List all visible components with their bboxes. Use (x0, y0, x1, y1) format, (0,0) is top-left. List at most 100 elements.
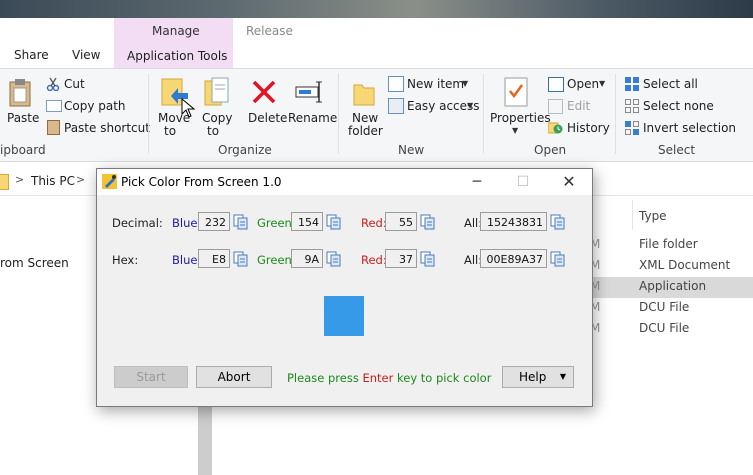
cut-button[interactable]: Cut (64, 77, 85, 91)
paste-button[interactable]: Paste (7, 111, 39, 125)
file-type: File folder (639, 237, 698, 251)
ribbon-tab-bar (0, 18, 753, 68)
breadcrumb-this-pc[interactable]: This PC (31, 174, 75, 188)
select-none-button[interactable]: Select none (643, 99, 714, 113)
select-all-icon (625, 77, 639, 94)
color-picker-app-icon (102, 174, 117, 192)
tab-view[interactable]: View (72, 48, 100, 62)
open-group-label: Open (534, 143, 567, 157)
close-icon: ✕ (562, 172, 576, 191)
copy-icon[interactable] (326, 251, 342, 267)
copy-icon[interactable] (550, 214, 566, 230)
color-swatch (324, 296, 364, 336)
copy-icon[interactable] (420, 214, 436, 230)
copy-path-icon (46, 100, 62, 112)
clipboard-group-label: ipboard (0, 143, 46, 157)
breadcrumb-separator: > (76, 173, 86, 186)
decimal-blue-value[interactable]: 232 (198, 212, 230, 231)
scrollbar-thumb[interactable] (198, 405, 212, 475)
properties-button[interactable]: Properties (490, 111, 551, 125)
decimal-green-value[interactable]: 154 (291, 212, 323, 231)
ribbon-separator (615, 74, 616, 154)
select-all-button[interactable]: Select all (643, 77, 698, 91)
status-hint-suffix: key to pick color (393, 371, 492, 385)
new-group-label: New (398, 143, 425, 157)
paste-icon (8, 78, 34, 108)
help-dropdown-icon: ▼ (559, 372, 566, 381)
select-none-icon (625, 99, 639, 116)
copy-icon[interactable] (550, 251, 566, 267)
open-icon (548, 77, 564, 92)
column-header-type[interactable]: Type (639, 209, 667, 223)
pick-color-dialog: Pick Color From Screen 1.0 ─ ☐ ✕ Decimal… (96, 168, 593, 407)
tab-application-tools[interactable]: Application Tools (114, 44, 233, 70)
abort-button[interactable]: Abort (196, 366, 272, 388)
select-group-label: Select (658, 143, 696, 157)
ribbon-separator (148, 74, 149, 154)
tab-share[interactable]: Share (14, 48, 49, 62)
copy-icon[interactable] (233, 251, 249, 267)
copy-icon[interactable] (420, 251, 436, 267)
properties-icon (503, 77, 529, 110)
nav-item-fragment[interactable]: rom Screen (0, 256, 69, 270)
status-hint: Please press Enter key to pick color (287, 371, 491, 385)
decimal-red-label: Red: (361, 216, 387, 230)
minimize-button[interactable]: ─ (454, 169, 500, 195)
start-button[interactable]: Start (114, 366, 188, 388)
new-folder-icon (352, 79, 376, 107)
hex-green-label: Green: (257, 253, 296, 267)
dialog-title: Pick Color From Screen 1.0 (121, 175, 282, 189)
hex-label: Hex: (112, 253, 139, 267)
decimal-green-label: Green: (257, 216, 296, 230)
hex-red-label: Red: (361, 253, 387, 267)
file-type: DCU File (639, 300, 690, 314)
delete-icon (251, 79, 277, 108)
invert-selection-button[interactable]: Invert selection (643, 121, 736, 135)
new-item-chevron-icon: ▼ (462, 79, 469, 88)
desktop-wallpaper-strip (0, 0, 753, 18)
file-type: XML Document (639, 258, 731, 272)
organize-group-label: Organize (218, 143, 272, 157)
tab-manage-label: Manage (152, 24, 200, 38)
edit-icon (548, 99, 563, 114)
easy-access-icon (388, 98, 404, 114)
maximize-icon: ☐ (516, 174, 530, 190)
hex-green-value[interactable]: 9A (291, 249, 323, 268)
delete-button[interactable]: Delete (248, 111, 287, 125)
tab-manage[interactable]: Manage (114, 18, 233, 44)
new-item-button[interactable]: New item (407, 77, 464, 91)
help-button-label: Help (519, 370, 547, 384)
new-folder-button[interactable]: New (352, 111, 378, 125)
copy-path-button[interactable]: Copy path (64, 99, 126, 113)
paste-shortcut-icon (47, 120, 60, 135)
rename-icon (295, 80, 325, 107)
mouse-cursor-icon (181, 97, 196, 121)
paste-shortcut-button[interactable]: Paste shortcut (64, 121, 150, 135)
decimal-all-value[interactable]: 15243831 (480, 212, 547, 231)
close-button[interactable]: ✕ (546, 169, 592, 195)
status-hint-key: Enter (362, 371, 394, 385)
decimal-red-value[interactable]: 55 (385, 212, 417, 231)
hex-blue-value[interactable]: E8 (198, 249, 230, 268)
history-icon (547, 121, 563, 138)
tab-release[interactable]: Release (246, 24, 293, 38)
easy-access-chevron-icon: ▼ (467, 101, 474, 110)
copy-icon[interactable] (326, 214, 342, 230)
maximize-button[interactable]: ☐ (500, 169, 546, 195)
open-chevron-icon: ▼ (599, 79, 606, 88)
open-button[interactable]: Open (567, 77, 599, 91)
help-button[interactable]: Help ▼ (502, 366, 574, 388)
file-type: Application (639, 279, 707, 293)
rename-button[interactable]: Rename (288, 111, 337, 125)
decimal-blue-label: Blue: (172, 216, 202, 230)
copy-icon[interactable] (233, 214, 249, 230)
minimize-icon: ─ (472, 174, 482, 190)
hex-all-value[interactable]: 00E89A37 (480, 249, 547, 268)
column-divider (632, 200, 633, 230)
edit-button[interactable]: Edit (567, 99, 590, 113)
hex-red-value[interactable]: 37 (385, 249, 417, 268)
copy-to-button[interactable]: Copy (202, 111, 232, 125)
folder-icon (0, 174, 9, 190)
history-button[interactable]: History (567, 121, 610, 135)
breadcrumb-separator: > (15, 173, 25, 186)
